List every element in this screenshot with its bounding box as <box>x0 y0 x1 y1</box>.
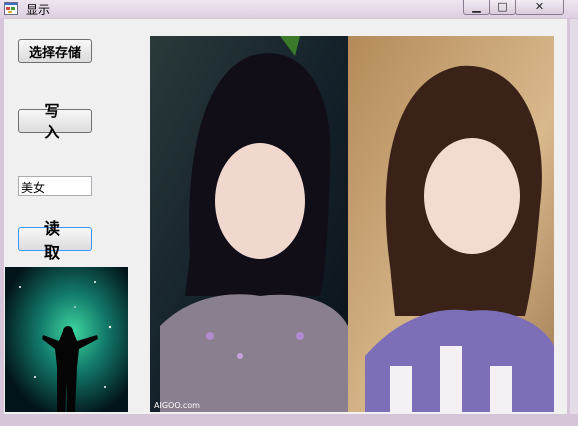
form-client-area: 选择存储 写入 美女 读取 AIGOO.com <box>4 19 567 414</box>
main-picture-box: AIGOO.com <box>150 36 554 412</box>
watermark-text: AIGOO.com <box>154 401 200 410</box>
space-silhouette-image <box>5 267 128 412</box>
window-right-edge <box>570 19 578 426</box>
name-text-field[interactable]: 美女 <box>18 176 92 196</box>
window-bottom-edge <box>0 414 578 426</box>
close-icon: ✕ <box>534 0 545 13</box>
maximize-icon: □ <box>497 0 508 13</box>
title-bar[interactable]: 显示 ▁ □ ✕ <box>0 0 578 18</box>
minimize-icon: ▁ <box>472 0 481 13</box>
small-picture-box <box>5 267 128 412</box>
read-button[interactable]: 读取 <box>18 219 92 262</box>
window-title: 显示 <box>26 3 51 17</box>
maximize-button[interactable]: □ <box>489 0 516 15</box>
select-storage-button[interactable]: 选择存储 <box>18 39 92 63</box>
app-icon <box>4 2 18 15</box>
write-button[interactable]: 写入 <box>18 102 92 141</box>
close-button[interactable]: ✕ <box>515 0 564 15</box>
minimize-button[interactable]: ▁ <box>463 0 490 15</box>
portrait-image: AIGOO.com <box>150 36 554 412</box>
